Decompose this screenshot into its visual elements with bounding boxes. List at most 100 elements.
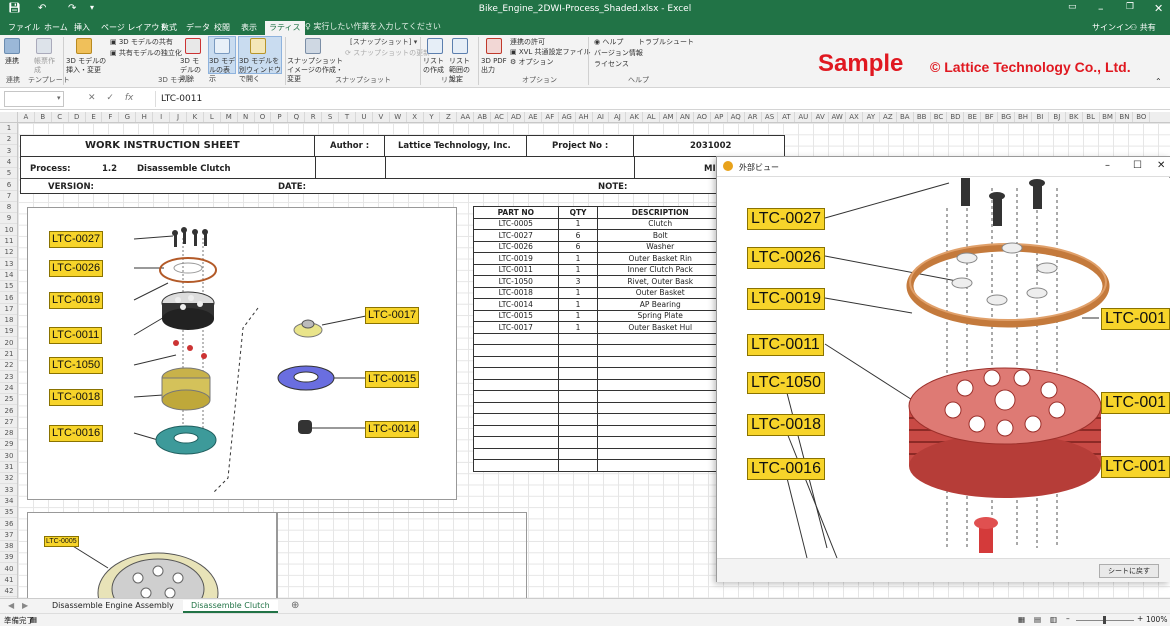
table-cell[interactable] (473, 459, 559, 472)
macro-record-icon[interactable]: ▦ (30, 615, 37, 624)
column-header[interactable]: S (322, 112, 340, 122)
table-cell[interactable]: 3 (557, 275, 599, 288)
column-header[interactable]: Z (441, 112, 458, 122)
column-header[interactable]: AY (863, 112, 880, 122)
show-3d-button[interactable]: 3D モデルの表示 (209, 57, 236, 84)
row-header[interactable]: 22 (0, 360, 17, 372)
maximize-icon[interactable]: ❐ (1126, 2, 1134, 12)
table-cell[interactable] (473, 332, 559, 345)
table-cell[interactable]: 1 (557, 309, 599, 322)
column-header[interactable]: AO (694, 112, 711, 122)
column-header[interactable]: AG (559, 112, 576, 122)
add-sheet-icon[interactable]: ⊕ (291, 600, 299, 611)
row-header[interactable]: 38 (0, 541, 17, 553)
column-header[interactable]: B (35, 112, 52, 122)
column-header[interactable]: C (52, 112, 69, 122)
snapshot-select[interactable]: [スナップショット] ▾ (350, 38, 417, 47)
column-header[interactable]: AP (711, 112, 728, 122)
column-header[interactable]: A (18, 112, 35, 122)
row-header[interactable]: 34 (0, 496, 17, 507)
callout-label[interactable]: LTC-001 (1101, 308, 1170, 330)
maximize-icon[interactable]: ☐ (1133, 160, 1142, 171)
table-cell[interactable] (557, 401, 599, 414)
row-header[interactable]: 25 (0, 394, 17, 406)
zoom-in-icon[interactable]: + (1137, 614, 1143, 623)
share-button[interactable]: ⚇ 共有 (1130, 22, 1156, 33)
column-header[interactable]: BE (964, 112, 982, 122)
formula-input[interactable]: LTC-0011 (155, 91, 1165, 107)
column-header[interactable]: BA (897, 112, 914, 122)
table-cell[interactable] (557, 332, 599, 345)
row-header[interactable]: 31 (0, 462, 17, 473)
row-header[interactable]: 27 (0, 417, 17, 428)
tab-file[interactable]: ファイル (8, 22, 40, 33)
allow-link-button[interactable]: 連携の許可 (510, 38, 545, 47)
tab-formulas[interactable]: 数式 (161, 22, 177, 33)
callout-label[interactable]: LTC-0018 (49, 389, 104, 406)
table-cell[interactable] (473, 447, 559, 460)
row-header[interactable]: 33 (0, 485, 17, 496)
column-header[interactable]: Y (424, 112, 441, 122)
column-header[interactable]: U (356, 112, 373, 122)
row-header[interactable]: 20 (0, 338, 17, 349)
table-cell[interactable]: LTC-0015 (473, 309, 559, 322)
column-header[interactable]: BD (948, 112, 965, 122)
column-header[interactable]: W (390, 112, 407, 122)
column-header[interactable]: BN (1117, 112, 1134, 122)
table-cell[interactable] (597, 332, 723, 345)
table-cell[interactable]: LTC-0005 (473, 217, 559, 230)
table-cell[interactable] (597, 459, 723, 472)
return-to-sheet-button[interactable]: シートに戻す (1099, 564, 1159, 578)
callout-label[interactable]: LTC-0018 (747, 414, 825, 436)
row-header[interactable]: 37 (0, 530, 17, 541)
callout-label[interactable]: LTC-1050 (747, 372, 825, 394)
row-header[interactable]: 19 (0, 326, 17, 338)
enter-icon[interactable]: ✓ (106, 93, 114, 103)
help-button[interactable]: ◉ ヘルプ (594, 38, 623, 47)
callout-label[interactable]: LTC-0014 (365, 421, 420, 438)
column-header[interactable]: AQ (728, 112, 745, 122)
row-header[interactable]: 32 (0, 473, 17, 485)
table-cell[interactable] (473, 367, 559, 380)
column-header[interactable]: BC (931, 112, 948, 122)
tab-review[interactable]: 校閲 (214, 22, 230, 33)
row-header[interactable]: 14 (0, 270, 17, 281)
independent-model-button[interactable]: ▣ 共有モデルの独立化 (110, 49, 182, 58)
column-header[interactable]: AZ (880, 112, 897, 122)
column-header[interactable]: Q (288, 112, 306, 122)
column-header[interactable]: AV (812, 112, 830, 122)
column-header[interactable]: AR (745, 112, 762, 122)
column-header[interactable]: AD (508, 112, 525, 122)
select-all-corner[interactable] (0, 112, 18, 122)
column-header[interactable]: AS (762, 112, 779, 122)
tab-page-layout[interactable]: ページ レイアウト (101, 22, 167, 33)
snapshot-update-button[interactable]: ⟳ スナップショットの更新 (345, 49, 430, 58)
table-cell[interactable]: 1 (557, 263, 599, 276)
row-header[interactable]: 21 (0, 349, 17, 360)
table-cell[interactable]: Clutch (597, 217, 723, 230)
options-button[interactable]: ⚙ オプション (510, 58, 554, 67)
table-cell[interactable]: Bolt (597, 229, 723, 242)
3d-viewport[interactable]: LTC-0027 LTC-0026 LTC-0019 LTC-0011 LTC-… (717, 178, 1170, 558)
table-cell[interactable] (597, 447, 723, 460)
export-pdf-button[interactable]: 3D PDF 出力 (481, 57, 507, 75)
table-cell[interactable]: 1 (557, 298, 599, 311)
column-header[interactable]: AK (626, 112, 644, 122)
row-header[interactable]: 29 (0, 439, 17, 451)
column-header[interactable]: BB (914, 112, 931, 122)
tab-view[interactable]: 表示 (241, 22, 257, 33)
table-cell[interactable] (597, 355, 723, 368)
column-header[interactable]: BF (981, 112, 999, 122)
table-cell[interactable] (597, 436, 723, 449)
signin-link[interactable]: サインイン (1092, 22, 1132, 33)
callout-label[interactable]: LTC-0016 (49, 425, 104, 442)
table-cell[interactable]: Washer (597, 240, 723, 253)
row-header[interactable]: 28 (0, 428, 17, 440)
column-header[interactable]: AE (525, 112, 542, 122)
table-cell[interactable]: 1 (557, 217, 599, 230)
table-cell[interactable]: 1 (557, 252, 599, 265)
row-header[interactable]: 7 (0, 191, 17, 202)
tab-home[interactable]: ホーム (44, 22, 68, 33)
table-cell[interactable] (473, 344, 559, 357)
row-header[interactable]: 16 (0, 293, 17, 304)
